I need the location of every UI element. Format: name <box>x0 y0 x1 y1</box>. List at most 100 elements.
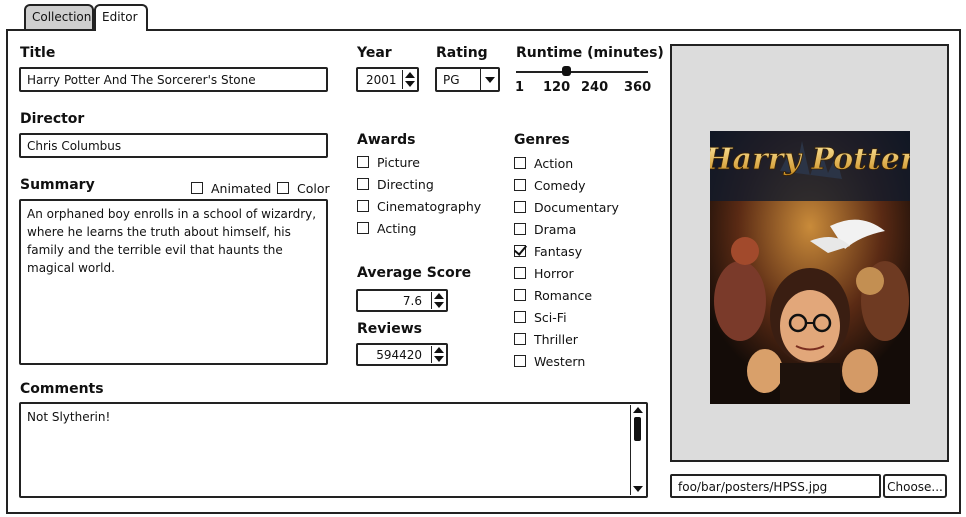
genres-checkbox-label: Documentary <box>534 199 619 215</box>
year-label: Year <box>357 45 392 61</box>
awards-checkbox-acting[interactable]: Acting <box>357 219 416 237</box>
awards-checkbox-label: Picture <box>377 154 420 170</box>
awards-checkbox-box[interactable] <box>357 178 369 190</box>
awards-checkbox-label: Acting <box>377 220 417 236</box>
tab-collection-label: Collection <box>32 10 92 24</box>
year-down-icon[interactable] <box>404 81 415 88</box>
genres-checkbox-romance[interactable]: Romance <box>514 286 592 304</box>
poster-image: Harry Potter <box>710 131 910 404</box>
year-spinner[interactable] <box>402 70 416 89</box>
average-score-spinner[interactable] <box>431 292 445 309</box>
tab-editor[interactable]: Editor <box>94 4 148 31</box>
director-input[interactable]: Chris Columbus <box>19 133 328 158</box>
choose-button[interactable]: Choose... <box>883 474 947 498</box>
scroll-up-icon[interactable] <box>633 407 643 413</box>
genres-label: Genres <box>514 132 570 148</box>
poster-path-input[interactable]: foo/bar/posters/HPSS.jpg <box>670 474 881 498</box>
scroll-thumb[interactable] <box>634 417 641 441</box>
genres-checkbox-label: Drama <box>534 221 577 237</box>
genres-checkbox-label: Comedy <box>534 177 586 193</box>
reviews-up-icon[interactable] <box>433 347 444 354</box>
summary-label: Summary <box>20 177 95 193</box>
genres-checkbox-box[interactable] <box>514 157 526 169</box>
genres-checkbox-thriller[interactable]: Thriller <box>514 330 578 348</box>
awards-label: Awards <box>357 132 416 148</box>
director-label: Director <box>20 111 85 127</box>
genres-checkbox-box[interactable] <box>514 289 526 301</box>
genres-checkbox-box[interactable] <box>514 311 526 323</box>
genres-checkbox-documentary[interactable]: Documentary <box>514 198 619 216</box>
comments-label: Comments <box>20 381 104 397</box>
runtime-tick-360: 360 <box>624 80 652 95</box>
title-label: Title <box>20 45 56 61</box>
genres-checkbox-drama[interactable]: Drama <box>514 220 576 238</box>
reviews-spinner[interactable] <box>431 346 445 363</box>
year-value: 2001 <box>366 73 397 87</box>
awards-checkbox-label: Cinematography <box>377 198 482 214</box>
awards-checkbox-box[interactable] <box>357 156 369 168</box>
genres-checkbox-box[interactable] <box>514 267 526 279</box>
genres-checkbox-western[interactable]: Western <box>514 352 585 370</box>
genres-checkbox-horror[interactable]: Horror <box>514 264 574 282</box>
awards-checkbox-box[interactable] <box>357 222 369 234</box>
genres-checkbox-fantasy[interactable]: Fantasy <box>514 242 582 260</box>
runtime-label: Runtime (minutes) <box>516 45 664 61</box>
genres-checkbox-box[interactable] <box>514 245 526 257</box>
average-score-down-icon[interactable] <box>433 301 444 308</box>
runtime-slider-track[interactable] <box>516 71 648 73</box>
genres-checkbox-box[interactable] <box>514 333 526 345</box>
awards-checkbox-directing[interactable]: Directing <box>357 175 434 193</box>
average-score-up-icon[interactable] <box>433 293 444 300</box>
reviews-value: 594420 <box>376 348 422 362</box>
rating-dropdown-button[interactable] <box>480 69 498 90</box>
poster-title: Harry Potter <box>710 142 910 177</box>
runtime-tick-1: 1 <box>515 80 525 95</box>
year-up-icon[interactable] <box>404 71 415 78</box>
animated-checkbox-box[interactable] <box>191 182 203 194</box>
genres-checkbox-sci-fi[interactable]: Sci-Fi <box>514 308 567 326</box>
summary-textarea[interactable]: An orphaned boy enrolls in a school of w… <box>19 199 328 365</box>
awards-checkbox-label: Directing <box>377 176 434 192</box>
genres-checkbox-box[interactable] <box>514 223 526 235</box>
awards-checkbox-cinematography[interactable]: Cinematography <box>357 197 481 215</box>
runtime-tick-240: 240 <box>581 80 609 95</box>
rating-label: Rating <box>436 45 488 61</box>
rating-select[interactable]: PG <box>435 67 500 92</box>
color-checkbox-box[interactable] <box>277 182 289 194</box>
genres-checkbox-label: Action <box>534 155 574 171</box>
animated-checkbox[interactable]: Animated <box>191 179 271 197</box>
average-score-value: 7.6 <box>402 294 422 308</box>
runtime-tick-120: 120 <box>543 80 571 95</box>
genres-checkbox-box[interactable] <box>514 355 526 367</box>
average-score-stepper[interactable]: 7.6 <box>356 289 448 312</box>
color-checkbox-label: Color <box>297 180 330 196</box>
tab-collection[interactable]: Collection <box>24 4 94 30</box>
reviews-down-icon[interactable] <box>433 355 444 362</box>
genres-checkbox-box[interactable] <box>514 179 526 191</box>
color-checkbox[interactable]: Color <box>277 179 330 197</box>
year-stepper[interactable]: 2001 <box>356 67 419 92</box>
genres-checkbox-action[interactable]: Action <box>514 154 573 172</box>
animated-checkbox-label: Animated <box>211 180 272 196</box>
comments-textarea[interactable]: Not Slytherin! <box>19 402 648 498</box>
genres-checkbox-label: Thriller <box>534 331 578 347</box>
poster-art: Harry Potter <box>710 131 910 404</box>
poster-panel: Harry Potter <box>670 44 949 462</box>
chevron-down-icon <box>484 76 495 83</box>
reviews-stepper[interactable]: 594420 <box>356 343 448 366</box>
awards-checkbox-box[interactable] <box>357 200 369 212</box>
comments-text: Not Slytherin! <box>27 410 111 424</box>
title-input[interactable]: Harry Potter And The Sorcerer's Stone <box>19 67 328 92</box>
runtime-slider-thumb[interactable] <box>562 66 572 76</box>
genres-checkbox-comedy[interactable]: Comedy <box>514 176 586 194</box>
awards-checkbox-picture[interactable]: Picture <box>357 153 420 171</box>
scroll-down-icon[interactable] <box>633 486 643 492</box>
genres-checkbox-label: Fantasy <box>534 243 583 259</box>
comments-scrollbar[interactable] <box>630 405 645 495</box>
reviews-label: Reviews <box>357 321 422 337</box>
genres-checkbox-box[interactable] <box>514 201 526 213</box>
genres-checkbox-label: Sci-Fi <box>534 309 567 325</box>
genres-checkbox-label: Romance <box>534 287 593 303</box>
tab-editor-label: Editor <box>102 10 138 24</box>
rating-value: PG <box>443 73 460 87</box>
